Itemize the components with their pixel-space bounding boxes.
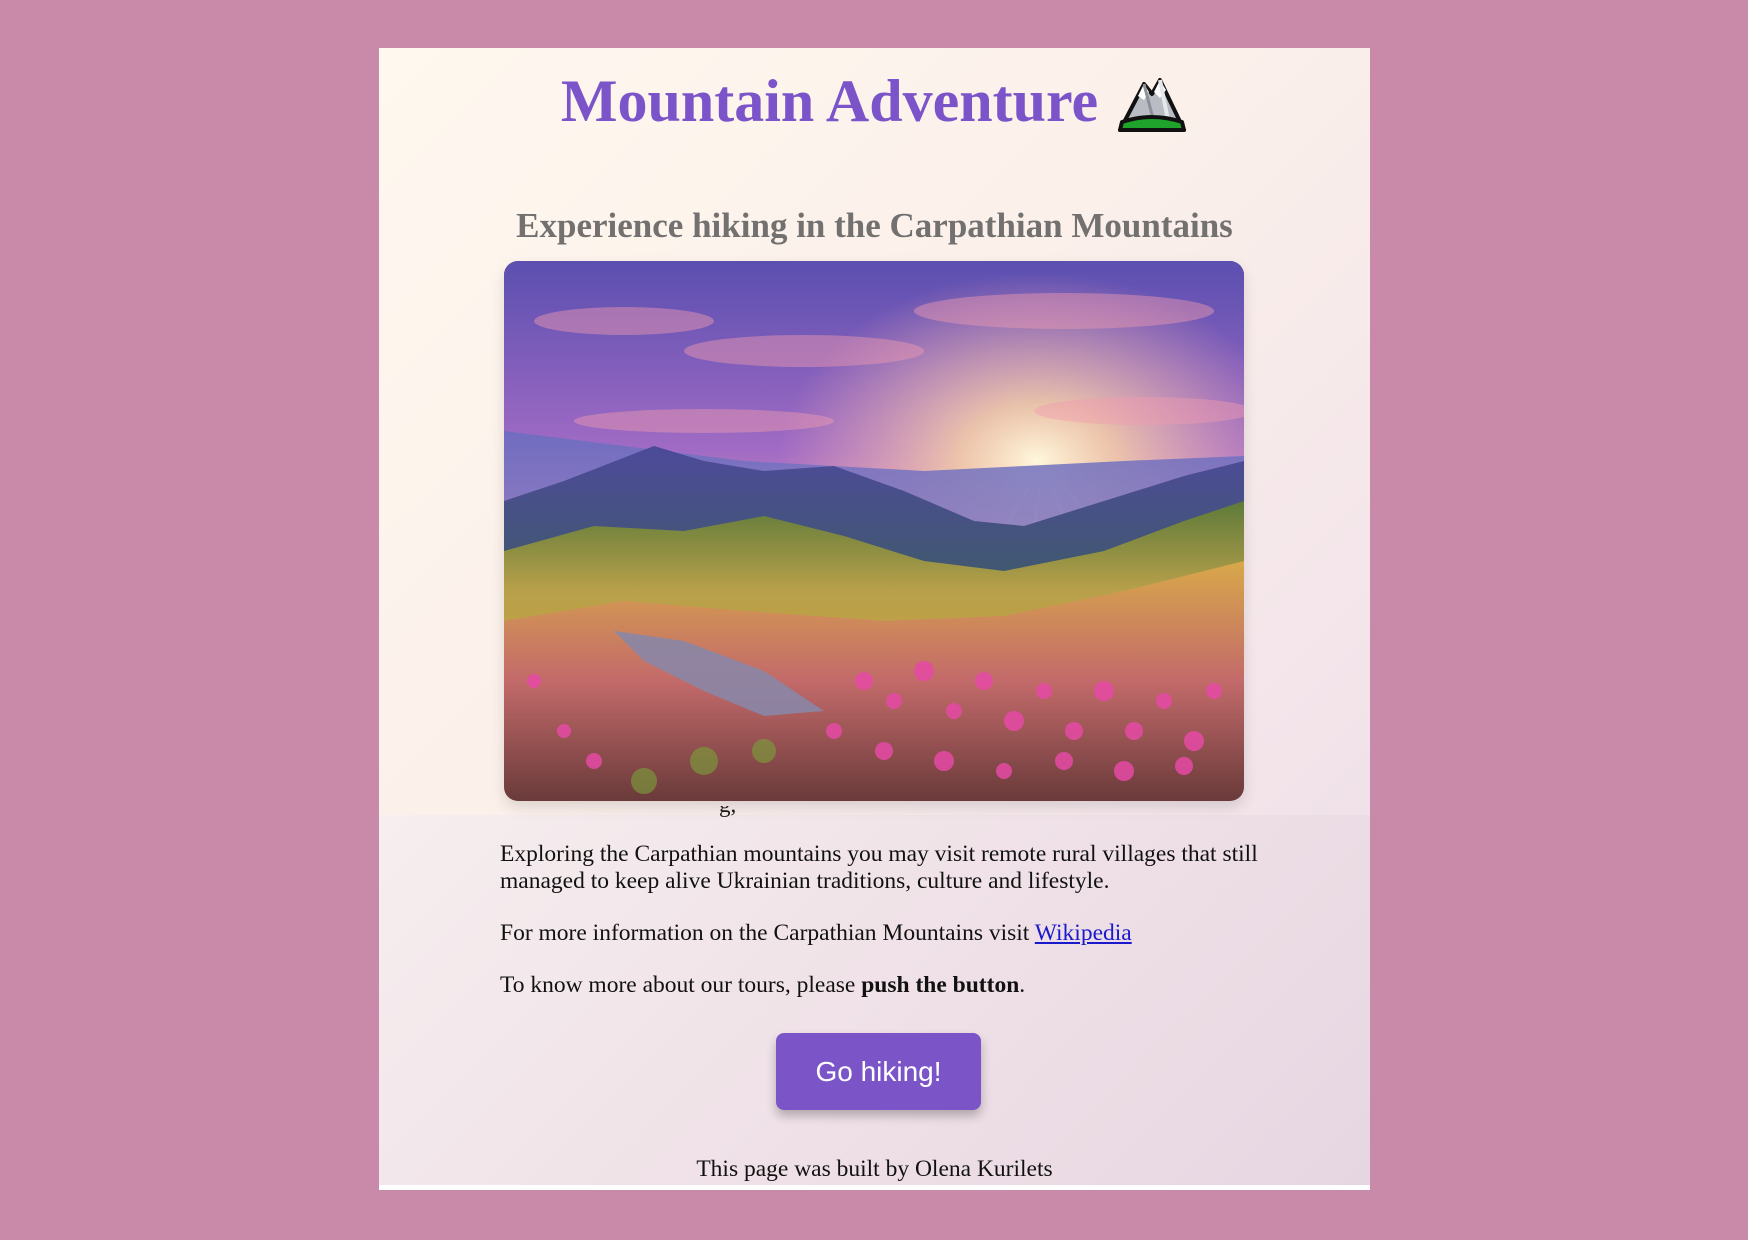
main-content: Exploring the Carpathian mountains you m… xyxy=(500,841,1260,1024)
paragraph-villages: Exploring the Carpathian mountains you m… xyxy=(500,841,1258,894)
page-subtitle: Experience hiking in the Carpathian Moun… xyxy=(516,206,1233,245)
push-the-button-text: push the button xyxy=(861,972,1020,998)
mountain-sunset-photo xyxy=(504,261,1244,801)
wikipedia-link[interactable]: Wikipedia xyxy=(1035,920,1132,946)
clipped-text-fragment: g, xyxy=(504,806,1244,818)
footer-credit: This page was built by Olena Kurilets xyxy=(696,1156,1053,1182)
paragraph-tours: To know more about our tours, please pus… xyxy=(500,972,1026,998)
paragraph-more-info: For more information on the Carpathian M… xyxy=(500,920,1132,946)
page-title-text: Mountain Adventure xyxy=(560,68,1099,134)
go-hiking-button[interactable]: Go hiking! xyxy=(776,1033,981,1110)
page-title: Mountain Adventure xyxy=(379,56,1370,146)
page-card: Mountain Adventure Experience hiking in … xyxy=(379,48,1370,1190)
snow-capped-mountain-icon xyxy=(1116,69,1188,133)
card-bottom-border xyxy=(379,1185,1370,1190)
